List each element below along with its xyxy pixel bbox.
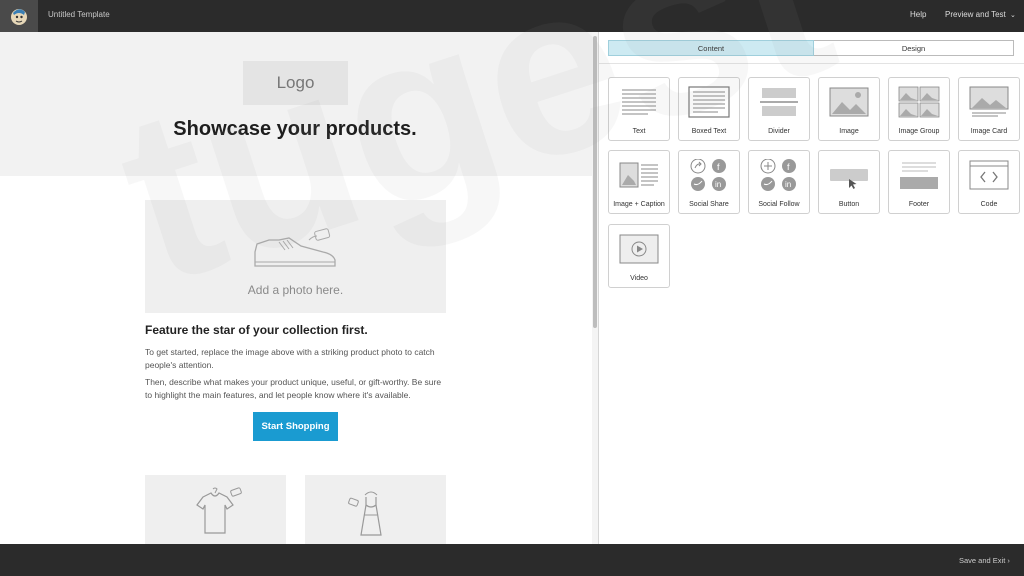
body-paragraph-1[interactable]: To get started, replace the image above … — [145, 346, 450, 372]
preview-label: Preview and Test — [945, 10, 1006, 19]
block-image-caption[interactable]: Image + Caption — [608, 150, 670, 214]
block-label: Code — [980, 201, 998, 208]
help-link[interactable]: Help — [910, 10, 926, 19]
email-canvas[interactable]: Logo Showcase your products. Add a photo… — [0, 32, 592, 544]
image-group-icon — [898, 86, 940, 118]
header-section[interactable]: Logo Showcase your products. — [0, 32, 592, 176]
text-block-icon — [622, 89, 656, 115]
code-icon — [969, 160, 1009, 190]
panel-separator — [599, 63, 1024, 64]
product-thumb-dress[interactable] — [305, 475, 446, 544]
divider-icon — [760, 88, 798, 116]
block-label: Social Follow — [758, 201, 800, 208]
start-shopping-button[interactable]: Start Shopping — [253, 412, 338, 441]
shirt-icon — [196, 487, 242, 534]
bottom-bar: Save and Exit › — [0, 544, 1024, 576]
tab-design[interactable]: Design — [814, 40, 1014, 56]
svg-text:in: in — [715, 180, 721, 189]
image-icon — [829, 87, 869, 117]
social-share-icon: f in — [690, 159, 726, 191]
canvas-scroll-thumb[interactable] — [593, 36, 597, 328]
image-caption-icon — [619, 162, 658, 188]
save-and-exit-button[interactable]: Save and Exit › — [959, 556, 1010, 565]
block-image[interactable]: Image — [818, 77, 880, 141]
block-divider[interactable]: Divider — [748, 77, 810, 141]
chimp-logo-icon[interactable] — [0, 0, 38, 32]
product-thumb-shirt[interactable] — [145, 475, 286, 544]
image-card-icon — [969, 86, 1009, 117]
block-code[interactable]: Code — [958, 150, 1020, 214]
block-social-follow[interactable]: f in Social Follow — [748, 150, 810, 214]
body-paragraph-2[interactable]: Then, describe what makes your product u… — [145, 376, 450, 402]
block-image-group[interactable]: Image Group — [888, 77, 950, 141]
boxed-text-icon — [688, 86, 730, 118]
save-exit-label: Save and Exit — [959, 556, 1006, 565]
headline[interactable]: Showcase your products. — [0, 118, 590, 141]
photo-caption: Add a photo here. — [247, 283, 344, 297]
top-bar: Untitled Template Help Preview and Test … — [0, 0, 1024, 32]
block-button[interactable]: Button — [818, 150, 880, 214]
feature-title[interactable]: Feature the star of your collection firs… — [145, 323, 368, 337]
dress-icon — [348, 491, 382, 536]
block-label: Text — [632, 128, 646, 135]
block-boxed-text[interactable]: Boxed Text — [678, 77, 740, 141]
video-icon — [619, 234, 659, 264]
photo-placeholder[interactable]: Add a photo here. — [145, 200, 446, 313]
shoe-icon — [254, 228, 336, 267]
block-label: Video — [630, 275, 648, 282]
social-follow-icon: f in — [760, 159, 796, 191]
content-panel: Content Design Text Boxed Text Divider I… — [599, 32, 1024, 544]
logo-placeholder[interactable]: Logo — [243, 61, 348, 105]
button-block-icon — [830, 169, 868, 189]
block-footer[interactable]: Footer — [888, 150, 950, 214]
block-label: Social Share — [689, 201, 729, 208]
template-title[interactable]: Untitled Template — [48, 10, 110, 19]
preview-and-test-menu[interactable]: Preview and Test ⌄ — [945, 10, 1016, 19]
block-image-card[interactable]: Image Card — [958, 77, 1020, 141]
tab-content[interactable]: Content — [608, 40, 814, 56]
block-label: Button — [838, 201, 860, 208]
svg-text:in: in — [785, 180, 791, 189]
block-label: Footer — [908, 201, 930, 208]
block-label: Image Group — [898, 128, 940, 135]
block-video[interactable]: Video — [608, 224, 670, 288]
block-social-share[interactable]: f in Social Share — [678, 150, 740, 214]
block-label: Image — [839, 128, 859, 135]
block-label: Image + Caption — [613, 201, 665, 208]
block-label: Divider — [768, 128, 790, 135]
block-label: Boxed Text — [691, 128, 727, 135]
block-label: Image Card — [970, 128, 1008, 135]
block-text[interactable]: Text — [608, 77, 670, 141]
footer-icon — [900, 162, 938, 189]
chevron-right-icon: › — [1007, 556, 1010, 565]
chevron-down-icon: ⌄ — [1010, 12, 1016, 19]
